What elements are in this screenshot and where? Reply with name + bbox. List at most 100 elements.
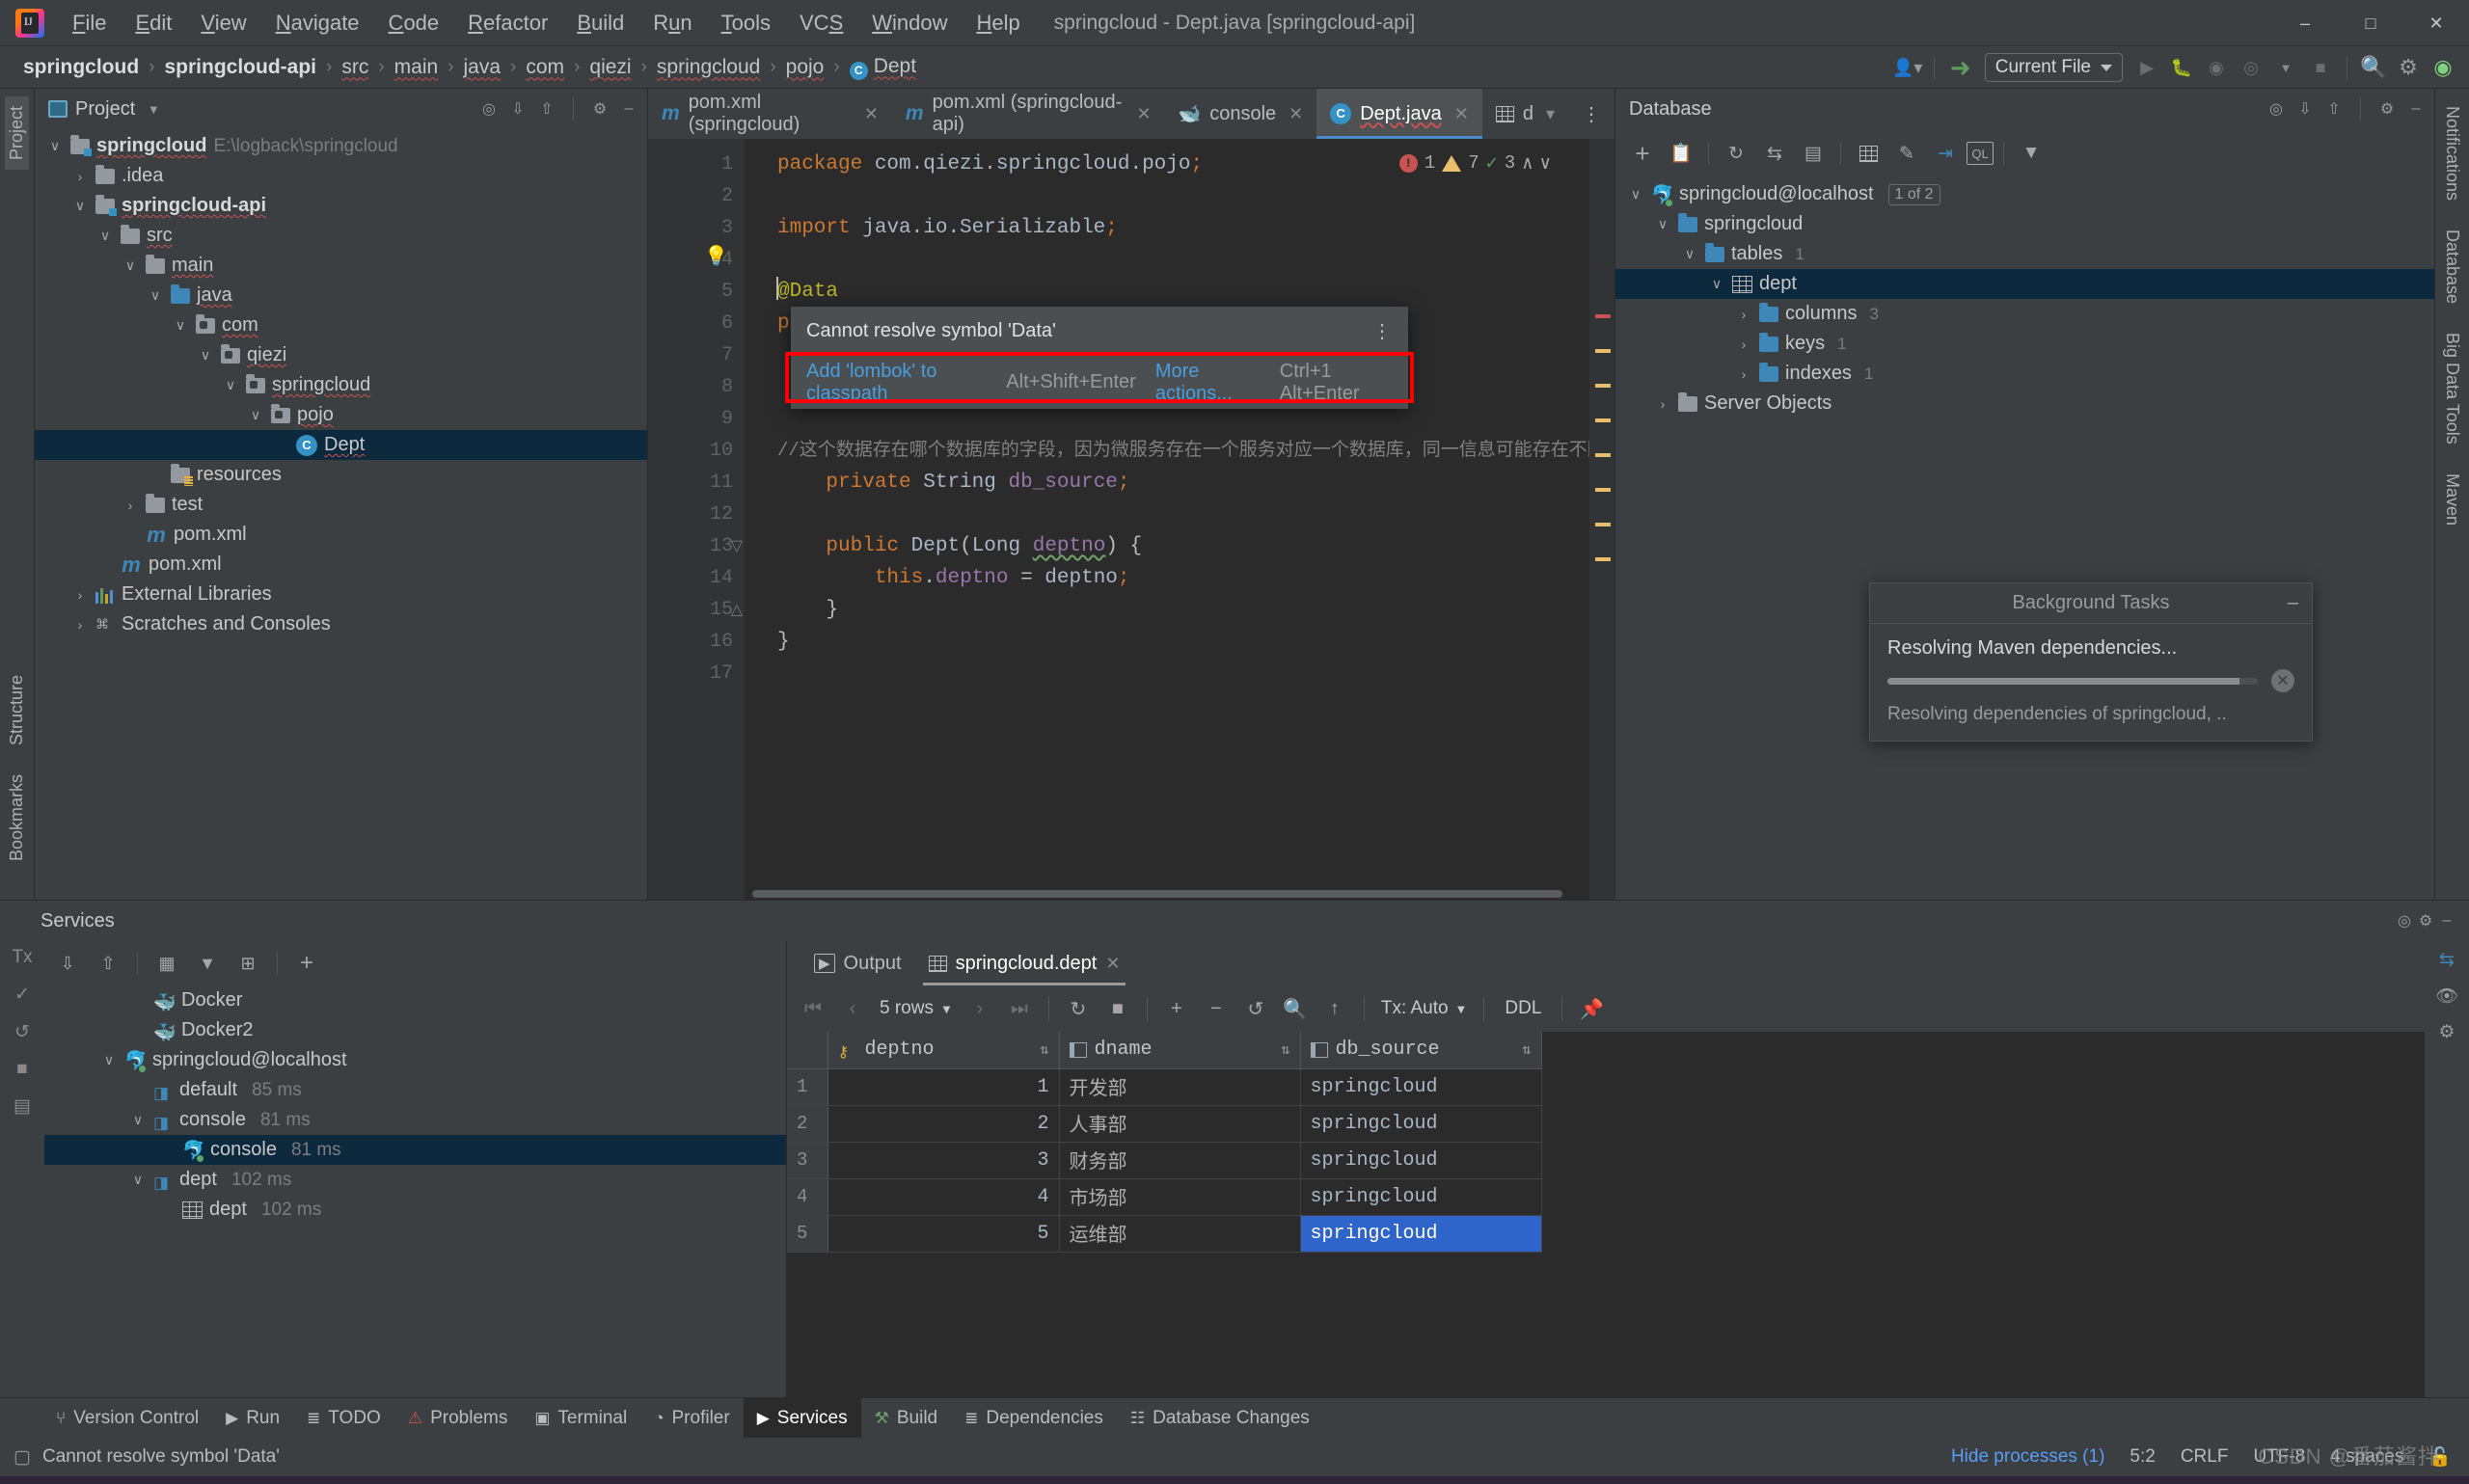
menu-refactor[interactable]: Refactor <box>453 6 562 40</box>
ddl-button[interactable]: DDL <box>1495 998 1551 1019</box>
project-tree-item-springcloud[interactable]: ∨springcloud <box>35 370 647 400</box>
database-tree-item-keys[interactable]: ›keys1 <box>1615 329 2434 359</box>
close-icon[interactable]: ✕ <box>1454 104 1469 124</box>
cell-dname[interactable]: 人事部 <box>1059 1105 1300 1142</box>
submit-icon[interactable]: ↑ <box>1316 991 1353 1026</box>
sidebar-item-database[interactable]: Database <box>2440 220 2464 313</box>
menu-view[interactable]: View <box>186 6 260 40</box>
services-tree-item-docker2[interactable]: 🐳Docker2 <box>44 1015 786 1045</box>
warning-marker[interactable] <box>1595 557 1611 561</box>
table-row[interactable]: 44市场部springcloud <box>787 1178 1541 1215</box>
data-grid[interactable]: ⚷deptno⇅dname⇅db_source⇅11开发部springcloud… <box>787 1032 2425 1397</box>
warning-marker[interactable] <box>1595 384 1611 388</box>
chevron-down-icon[interactable]: ∨ <box>96 228 114 245</box>
rollback-icon[interactable]: ↺ <box>14 1021 30 1043</box>
database-tree-item-server-objects[interactable]: ›Server Objects <box>1615 389 2434 418</box>
code-content[interactable]: package com.qiezi.springcloud.pojo; impo… <box>745 139 1589 900</box>
add-icon[interactable]: + <box>289 947 324 980</box>
editor-horizontal-scrollbar[interactable] <box>745 886 1564 900</box>
chevron-right-icon[interactable]: › <box>122 497 139 514</box>
inspection-widget[interactable]: ! 1 7 ✓ 3 ∧ ∨ <box>1399 150 1551 175</box>
stop-icon[interactable]: ■ <box>16 1059 27 1080</box>
last-page-button[interactable]: ⏭ <box>1001 991 1038 1026</box>
cell-db_source[interactable]: springcloud <box>1300 1068 1541 1105</box>
project-tree-item-scratches-and-consoles[interactable]: ›⌘Scratches and Consoles <box>35 609 647 639</box>
tab-pom-springcloud-api[interactable]: m pom.xml (springcloud-api) ✕ <box>892 89 1165 139</box>
project-tree-item-pojo[interactable]: ∨pojo <box>35 400 647 430</box>
close-button[interactable]: ✕ <box>2403 0 2469 46</box>
warning-marker[interactable] <box>1595 523 1611 526</box>
intention-bulb-icon[interactable]: 💡 <box>704 244 728 268</box>
cell-deptno[interactable]: 4 <box>828 1178 1059 1215</box>
toolwindow-button-dependencies[interactable]: ≣Dependencies <box>951 1398 1117 1439</box>
maximize-button[interactable]: □ <box>2338 0 2403 46</box>
chevron-down-icon[interactable]: ∨ <box>1627 186 1644 203</box>
cell-deptno[interactable]: 2 <box>828 1105 1059 1142</box>
gear-icon[interactable]: ⚙ <box>589 98 610 120</box>
sidebar-item-notifications[interactable]: Notifications <box>2440 96 2464 210</box>
sidebar-item-maven[interactable]: Maven <box>2440 464 2464 535</box>
project-tree-item-dept[interactable]: CDept <box>35 430 647 460</box>
chevron-right-icon[interactable]: › <box>1735 306 1752 323</box>
project-tree-item-com[interactable]: ∨com <box>35 310 647 340</box>
chevron-down-icon[interactable]: ∨ <box>197 347 214 364</box>
warning-marker[interactable] <box>1595 488 1611 492</box>
chevron-down-icon[interactable]: ▾ <box>1546 104 1555 124</box>
stop-icon[interactable]: ■ <box>1099 991 1136 1026</box>
more-icon[interactable]: ⋮ <box>1372 319 1393 343</box>
locate-icon[interactable]: ◎ <box>478 98 500 120</box>
line-separator[interactable]: CRLF <box>2181 1446 2229 1468</box>
cell-db_source[interactable]: springcloud <box>1300 1215 1541 1252</box>
gear-icon[interactable]: ⚙ <box>2376 98 2398 120</box>
hide-processes-button[interactable]: Hide processes (1) <box>1951 1446 2104 1468</box>
toolwindow-button-services[interactable]: ▶Services <box>744 1398 861 1439</box>
breadcrumb-item-5[interactable]: com <box>520 54 570 81</box>
tab-overflow[interactable]: d ▾ <box>1482 89 1568 139</box>
copy-icon[interactable]: 📋 <box>1664 136 1698 171</box>
cell-dname[interactable]: 财务部 <box>1059 1142 1300 1178</box>
column-header-dname[interactable]: dname⇅ <box>1059 1032 1300 1068</box>
tab-console[interactable]: 🐋 console ✕ <box>1165 89 1317 139</box>
refresh-icon[interactable]: ↻ <box>1719 136 1753 171</box>
breadcrumb-item-9[interactable]: CDept <box>844 53 922 82</box>
group-icon[interactable]: ▦ <box>149 947 184 980</box>
table-row[interactable]: 33财务部springcloud <box>787 1142 1541 1178</box>
cell-deptno[interactable]: 3 <box>828 1142 1059 1178</box>
view-icon[interactable]: 👁 <box>2435 985 2458 1008</box>
database-tree-item-columns[interactable]: ›columns3 <box>1615 299 2434 329</box>
profile-chevron-down-icon[interactable]: ▼ <box>2269 51 2302 84</box>
table-row[interactable]: 55运维部springcloud <box>787 1215 1541 1252</box>
database-tree-item-indexes[interactable]: ›indexes1 <box>1615 359 2434 389</box>
chevron-down-icon[interactable]: ∨ <box>46 138 64 155</box>
chevron-down-icon[interactable]: ∨ <box>247 407 264 424</box>
toolwindow-button-problems[interactable]: ⚠Problems <box>394 1398 522 1439</box>
menu-window[interactable]: Window <box>857 6 962 40</box>
editor-marker-bar[interactable] <box>1589 139 1614 900</box>
warning-marker[interactable] <box>1595 453 1611 457</box>
services-tree-item-console[interactable]: ∨◨console81 ms <box>44 1105 786 1135</box>
close-icon[interactable]: ✕ <box>1105 954 1120 974</box>
chevron-down-icon[interactable]: ∨ <box>129 1172 147 1189</box>
services-tree-item-docker[interactable]: 🐳Docker <box>44 985 786 1015</box>
project-tree-item-springcloud-api[interactable]: ∨springcloud-api <box>35 191 647 221</box>
run-icon[interactable]: ▶ <box>2130 51 2163 84</box>
more-actions-button[interactable]: More actions... <box>1155 361 1261 405</box>
project-tree-item-springcloud[interactable]: ∨springcloudE:\logback\springcloud <box>35 131 647 161</box>
menu-build[interactable]: Build <box>562 6 638 40</box>
gear-icon[interactable]: ⚙ <box>2415 910 2436 931</box>
table-row[interactable]: 11开发部springcloud <box>787 1068 1541 1105</box>
column-header-db_source[interactable]: db_source⇅ <box>1300 1032 1541 1068</box>
add-row-button[interactable]: + <box>1158 991 1195 1026</box>
hide-icon[interactable]: – <box>2405 98 2427 120</box>
close-icon[interactable]: ✕ <box>1136 104 1151 124</box>
expand-all-icon[interactable]: ⇩ <box>507 98 529 120</box>
debug-icon[interactable]: 🐛 <box>2165 51 2198 84</box>
database-tree-item-springcloud-localhost[interactable]: ∨🐬springcloud@localhost1 of 2 <box>1615 179 2434 209</box>
updates-icon[interactable]: ➜ <box>1944 51 1977 84</box>
sidebar-item-structure[interactable]: Structure <box>5 665 29 755</box>
chevron-down-icon[interactable]: ∨ <box>100 1052 118 1069</box>
sidebar-item-bigdatatools[interactable]: Big Data Tools <box>2440 323 2464 454</box>
chevron-right-icon[interactable]: › <box>1654 395 1671 413</box>
layout-icon[interactable]: ▤ <box>14 1095 31 1118</box>
collapse-all-icon[interactable]: ⇧ <box>2323 98 2345 120</box>
